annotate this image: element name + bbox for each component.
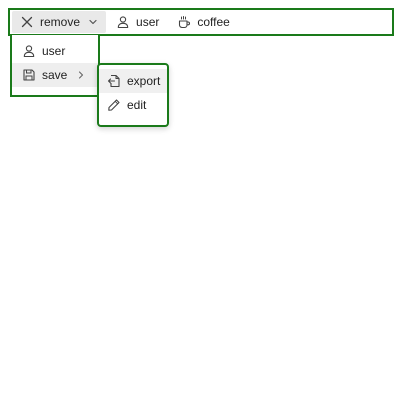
user-icon xyxy=(116,15,130,29)
save-submenu: export edit xyxy=(97,63,169,127)
menubar-item-remove[interactable]: remove xyxy=(12,11,107,33)
menubar-item-label: user xyxy=(136,15,160,29)
export-icon xyxy=(107,74,121,88)
user-icon xyxy=(22,44,36,58)
menubar-item-user[interactable]: user xyxy=(108,11,167,33)
chevron-right-icon xyxy=(76,70,86,80)
submenu-item-edit[interactable]: edit xyxy=(99,93,167,117)
dropdown-item-label: user xyxy=(42,44,66,58)
submenu-item-label: edit xyxy=(127,98,147,112)
dropdown-item-label: save xyxy=(42,68,68,82)
menubar-item-coffee[interactable]: coffee xyxy=(169,11,237,33)
coffee-icon xyxy=(177,15,191,29)
submenu-item-label: export xyxy=(127,74,161,88)
dropdown-item-save[interactable]: save xyxy=(12,63,98,87)
pencil-icon xyxy=(107,98,121,112)
chevron-down-icon xyxy=(88,17,98,27)
save-icon xyxy=(22,68,36,82)
menubar: remove user coffee xyxy=(8,8,394,36)
submenu-item-export[interactable]: export xyxy=(99,69,167,93)
menubar-item-label: remove xyxy=(40,15,81,29)
close-icon xyxy=(20,15,34,29)
dropdown-item-user[interactable]: user xyxy=(12,39,98,63)
menubar-item-label: coffee xyxy=(197,15,230,29)
remove-dropdown-menu: user save xyxy=(10,35,100,97)
